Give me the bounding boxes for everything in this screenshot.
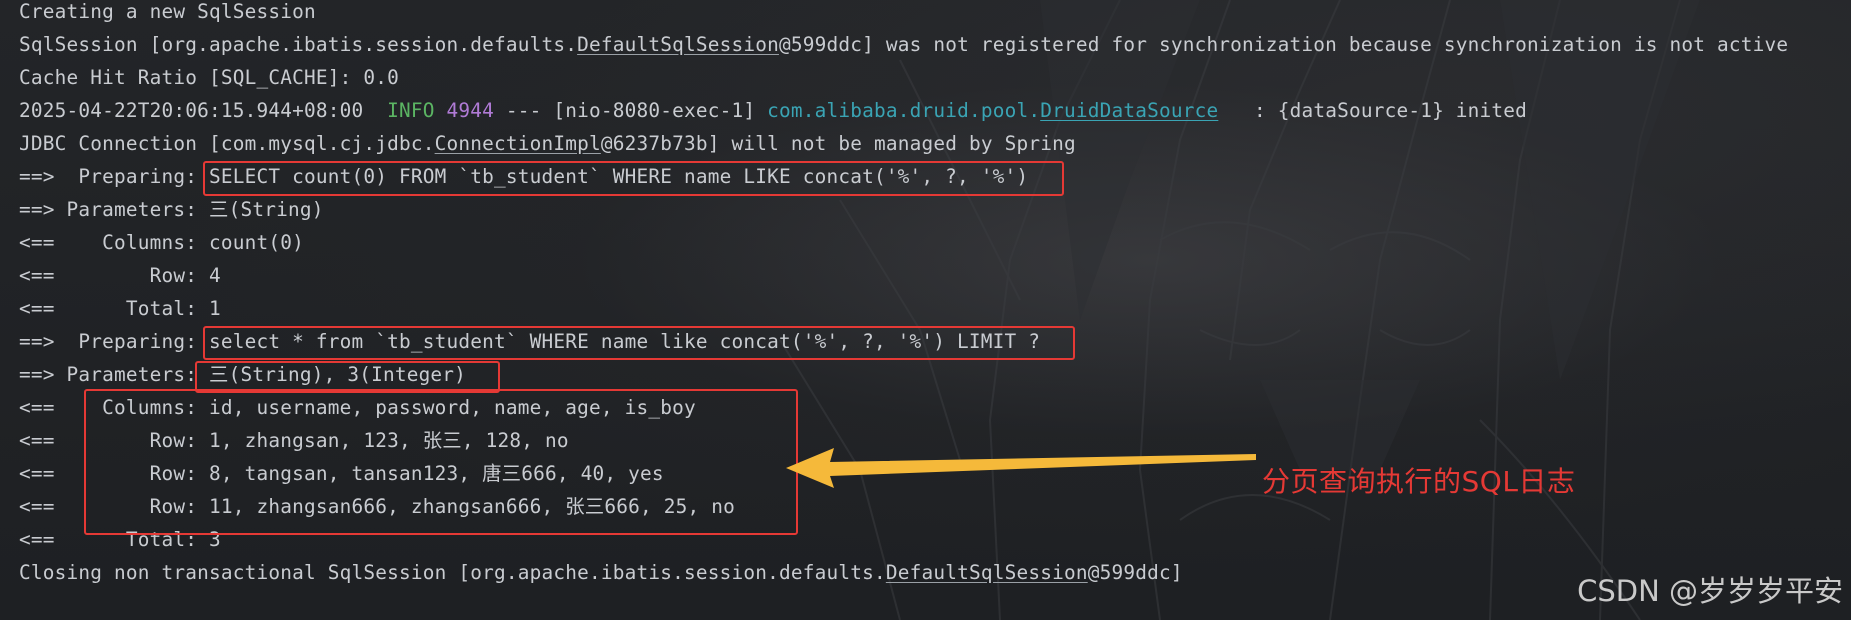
log-text: SqlSession [org.apache.ibatis.session.de… bbox=[19, 33, 578, 56]
log-line: Cache Hit Ratio [SQL_CACHE]: 0.0 bbox=[19, 66, 1839, 99]
logger-class-link[interactable]: DruidDataSource bbox=[1040, 99, 1218, 122]
result-rows-highlight-box bbox=[84, 389, 798, 535]
logger-name: com.alibaba.druid.pool. bbox=[767, 99, 1041, 122]
log-line: 2025-04-22T20:06:15.944+08:00 INFO 4944 … bbox=[19, 99, 1839, 132]
log-timestamp: 2025-04-22T20:06:15.944+08:00 bbox=[19, 99, 388, 122]
log-text: <== Columns: count(0) bbox=[19, 231, 304, 254]
log-text: <== Row: 4 bbox=[19, 264, 221, 287]
log-text: Closing non transactional SqlSession [or… bbox=[19, 561, 886, 584]
log-text: @6237b73b] will not be managed by Spring bbox=[600, 132, 1076, 155]
log-text: ==> Parameters: 三(String) bbox=[19, 198, 324, 221]
class-link[interactable]: DefaultSqlSession bbox=[886, 561, 1088, 584]
log-thread: --- [nio-8080-exec-1] bbox=[493, 99, 768, 122]
log-line: <== Columns: count(0) bbox=[19, 231, 1839, 264]
watermark: CSDN @岁岁岁平安 bbox=[1577, 574, 1843, 608]
log-line: Creating a new SqlSession bbox=[19, 0, 1839, 33]
log-text: Cache Hit Ratio [SQL_CACHE]: 0.0 bbox=[19, 66, 399, 89]
arrow-left-icon bbox=[786, 448, 1256, 488]
class-link[interactable]: ConnectionImpl bbox=[435, 132, 601, 155]
page-query-highlight-box bbox=[203, 326, 1075, 360]
log-pid: 4944 bbox=[446, 99, 494, 122]
count-query-highlight-box bbox=[203, 161, 1064, 196]
log-level: INFO bbox=[387, 99, 435, 122]
log-text: <== Total: 1 bbox=[19, 297, 221, 320]
log-line: Closing non transactional SqlSession [or… bbox=[19, 561, 1839, 594]
log-text: JDBC Connection [com.mysql.cj.jdbc. bbox=[19, 132, 435, 155]
class-link[interactable]: DefaultSqlSession bbox=[577, 33, 779, 56]
console-output-panel[interactable]: Creating a new SqlSession SqlSession [or… bbox=[0, 0, 1851, 620]
log-line: SqlSession [org.apache.ibatis.session.de… bbox=[19, 33, 1839, 66]
log-line: <== Row: 4 bbox=[19, 264, 1839, 297]
log-text: Creating a new SqlSession bbox=[19, 0, 316, 23]
log-text: : {dataSource-1} inited bbox=[1218, 99, 1528, 122]
annotation-label: 分页查询执行的SQL日志 bbox=[1262, 465, 1576, 498]
log-text: @599ddc] was not registered for synchron… bbox=[778, 33, 1789, 56]
log-line: ==> Parameters: 三(String) bbox=[19, 198, 1839, 231]
log-text: @599ddc] bbox=[1087, 561, 1183, 584]
